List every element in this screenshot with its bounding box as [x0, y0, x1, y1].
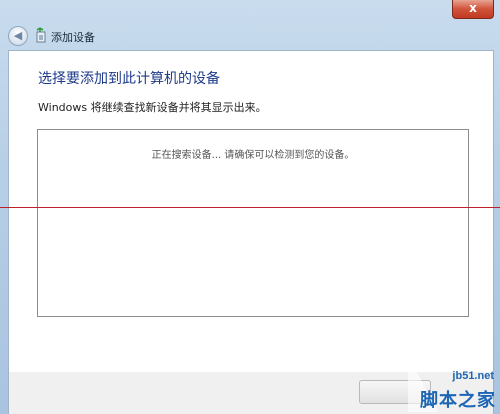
close-button[interactable]: x — [452, 0, 494, 19]
watermark-brand: 脚本之家 — [420, 390, 496, 411]
content-panel: 选择要添加到此计算机的设备 Windows 将继续查找新设备并将其显示出来。 正… — [8, 50, 494, 374]
page-heading: 选择要添加到此计算机的设备 — [38, 71, 220, 87]
red-divider-line — [0, 207, 500, 208]
navigation-bar: ◀ 添加设备 — [0, 22, 500, 50]
window-title: 添加设备 — [51, 31, 95, 44]
add-device-icon — [36, 27, 46, 43]
page-subtext: Windows 将继续查找新设备并将其显示出来。 — [38, 101, 267, 114]
back-button[interactable]: ◀ — [8, 26, 28, 46]
watermark: jb51.net 脚本之家 — [408, 356, 500, 414]
searching-status-text: 正在搜索设备... 请确保可以检测到您的设备。 — [151, 150, 355, 161]
device-list[interactable]: 正在搜索设备... 请确保可以检测到您的设备。 — [37, 129, 469, 317]
watermark-site: jb51.net — [452, 370, 494, 382]
